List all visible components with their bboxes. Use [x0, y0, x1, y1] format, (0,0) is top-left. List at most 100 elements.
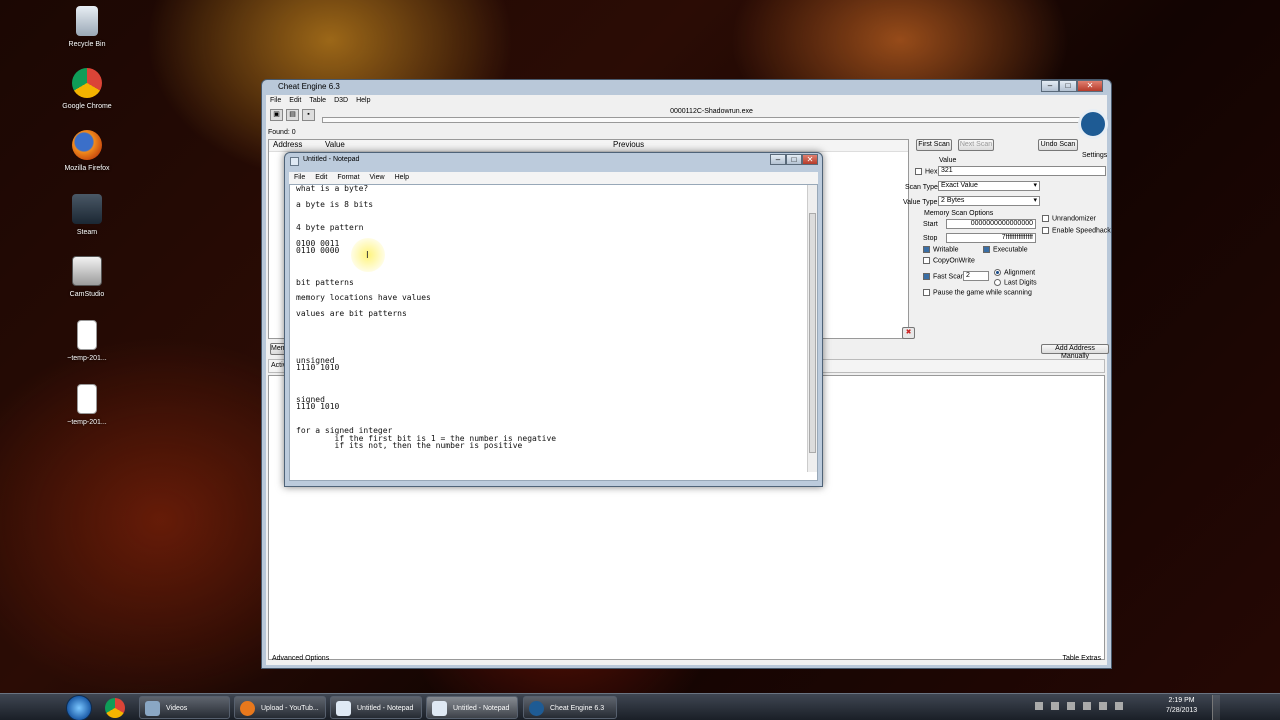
writable-label: Writable: [933, 246, 959, 254]
minimize-button[interactable]: –: [1041, 80, 1059, 92]
minimize-button[interactable]: –: [770, 154, 786, 165]
column-address[interactable]: Address: [269, 140, 325, 151]
menu-table[interactable]: Table: [309, 95, 326, 107]
tray-icon[interactable]: [1035, 702, 1043, 710]
notepad-line: [296, 318, 556, 326]
checkbox-checked-icon: [923, 273, 930, 280]
found-count: Found: 0: [268, 129, 296, 136]
fast-scan-input[interactable]: 2: [963, 271, 989, 281]
stop-address-input[interactable]: 7fffffffffffffff: [946, 233, 1036, 243]
desktop-icon-mozilla-firefox[interactable]: Mozilla Firefox: [60, 130, 114, 173]
menu-edit[interactable]: Edit: [315, 172, 327, 184]
desktop-icon-steam[interactable]: Steam: [60, 194, 114, 237]
document-icon: [77, 320, 97, 350]
notepad-icon: [290, 157, 299, 166]
desktop-icon-recycle-bin[interactable]: Recycle Bin: [60, 6, 114, 49]
copy-on-write-checkbox[interactable]: CopyOnWrite: [923, 257, 975, 264]
fast-scan-checkbox[interactable]: Fast Scan: [923, 273, 965, 280]
vertical-scrollbar[interactable]: [807, 185, 817, 472]
save-icon[interactable]: ▪: [302, 109, 315, 121]
taskbar-item-videos[interactable]: Videos: [139, 696, 230, 719]
close-button[interactable]: ✕: [802, 154, 818, 165]
delete-list-icon[interactable]: ✖: [902, 327, 915, 339]
notepad-text-area[interactable]: what is a byte? a byte is 8 bits 4 byte …: [289, 184, 818, 481]
notepad-line: [296, 349, 556, 357]
volume-icon[interactable]: [1115, 702, 1123, 710]
menu-view[interactable]: View: [370, 172, 385, 184]
desktop-icon-temp-file-1[interactable]: ~temp-201...: [60, 320, 114, 363]
desktop-icon-google-chrome[interactable]: Google Chrome: [60, 68, 114, 111]
tray-icon[interactable]: [1067, 702, 1075, 710]
open-file-icon[interactable]: ▤: [286, 109, 299, 121]
next-scan-button[interactable]: Next Scan: [958, 139, 994, 151]
executable-checkbox[interactable]: Executable: [983, 246, 1028, 253]
alignment-radio[interactable]: Alignment: [994, 269, 1035, 276]
scan-type-value: Exact Value: [941, 182, 978, 189]
menu-help[interactable]: Help: [395, 172, 409, 184]
cheat-engine-icon: [529, 701, 544, 716]
desktop-icon-camstudio[interactable]: CamStudio: [60, 256, 114, 299]
tray-icon[interactable]: [1083, 702, 1091, 710]
maximize-button[interactable]: □: [1059, 80, 1077, 92]
pause-game-checkbox[interactable]: Pause the game while scanning: [923, 289, 1032, 296]
undo-scan-button[interactable]: Undo Scan: [1038, 139, 1078, 151]
executable-label: Executable: [993, 246, 1028, 254]
notepad-menu-bar: File Edit Format View Help: [289, 172, 818, 184]
steam-icon: [72, 194, 102, 224]
menu-help[interactable]: Help: [356, 95, 370, 107]
last-digits-radio[interactable]: Last Digits: [994, 279, 1037, 286]
firefox-icon: [72, 130, 102, 160]
notepad-line: bit patterns: [296, 277, 354, 287]
taskbar-item-notepad-2[interactable]: Untitled - Notepad: [426, 696, 518, 719]
notepad-text: what is a byte? a byte is 8 bits 4 byte …: [296, 185, 556, 450]
unrandomizer-checkbox[interactable]: Unrandomizer: [1042, 215, 1096, 222]
taskbar-clock[interactable]: 2:19 PM 7/28/2013: [1166, 696, 1197, 716]
notepad-window: Untitled - Notepad – □ ✕ File Edit Forma…: [284, 152, 823, 487]
chrome-taskbar-icon[interactable]: [105, 698, 125, 718]
writable-checkbox[interactable]: Writable: [923, 246, 959, 253]
desktop-icon-label: ~temp-201...: [67, 419, 107, 426]
checkbox-checked-icon: [983, 246, 990, 253]
settings-link[interactable]: Settings: [1082, 152, 1107, 159]
notepad-line: 1110 1010: [296, 363, 340, 373]
advanced-options-link[interactable]: Advanced Options: [272, 655, 329, 665]
menu-file[interactable]: File: [270, 95, 281, 107]
menu-d3d[interactable]: D3D: [334, 95, 348, 107]
table-extras-link[interactable]: Table Extras: [1062, 655, 1101, 665]
start-address-input[interactable]: 0000000000000000: [946, 219, 1036, 229]
column-previous[interactable]: Previous: [613, 140, 644, 151]
recycle-bin-icon: [76, 6, 98, 36]
select-process-icon[interactable]: ▣: [270, 109, 283, 121]
scrollbar-thumb[interactable]: [809, 213, 816, 453]
hex-checkbox[interactable]: Hex: [915, 168, 937, 175]
value-input[interactable]: 321: [938, 166, 1106, 176]
checkbox-icon: [1042, 227, 1049, 234]
menu-edit[interactable]: Edit: [289, 95, 301, 107]
taskbar-item-notepad-1[interactable]: Untitled - Notepad: [330, 696, 422, 719]
scan-type-label: Scan Type: [905, 184, 938, 191]
speedhack-checkbox[interactable]: Enable Speedhack: [1042, 227, 1111, 234]
process-bar: 0000112C-Shadowrun.exe: [322, 108, 1101, 123]
system-tray: [1035, 702, 1155, 712]
desktop-icon-temp-file-2[interactable]: ~temp-201...: [60, 384, 114, 427]
column-value[interactable]: Value: [325, 140, 613, 151]
value-type-dropdown[interactable]: 2 Bytes ▾: [938, 196, 1040, 206]
add-address-manually-button[interactable]: Add Address Manually: [1041, 344, 1109, 360]
first-scan-button[interactable]: First Scan: [916, 139, 952, 151]
notepad-line: [296, 388, 556, 396]
taskbar-item-cheat-engine[interactable]: Cheat Engine 6.3: [523, 696, 617, 719]
unrandomizer-label: Unrandomizer: [1052, 215, 1096, 223]
network-icon[interactable]: [1099, 702, 1107, 710]
desktop-icon-label: Recycle Bin: [68, 41, 106, 48]
tray-icon[interactable]: [1051, 702, 1059, 710]
show-desktop-button[interactable]: [1212, 695, 1220, 720]
taskbar-item-firefox-upload[interactable]: Upload - YouTub...: [234, 696, 326, 719]
maximize-button[interactable]: □: [786, 154, 802, 165]
menu-file[interactable]: File: [294, 172, 305, 184]
start-button-icon[interactable]: [66, 695, 92, 720]
alignment-label: Alignment: [1004, 269, 1036, 277]
close-button[interactable]: ✕: [1077, 80, 1103, 92]
menu-format[interactable]: Format: [337, 172, 359, 184]
scan-type-dropdown[interactable]: Exact Value ▾: [938, 181, 1040, 191]
notepad-line: [296, 208, 556, 216]
